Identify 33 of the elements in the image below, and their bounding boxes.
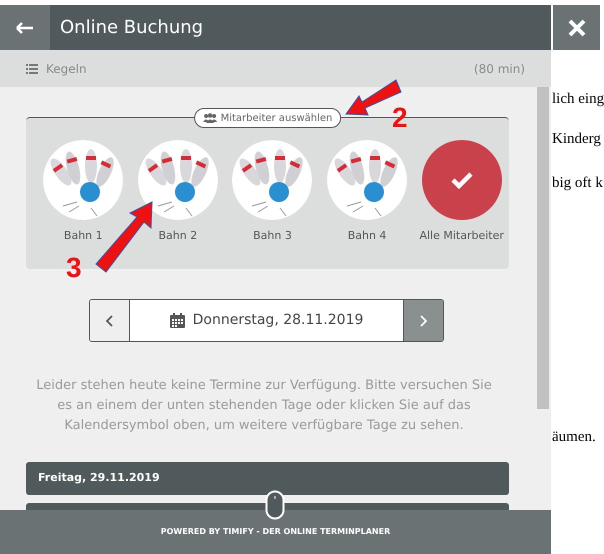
window-title: Online Buchung: [60, 16, 204, 40]
scrollbar[interactable]: [537, 87, 549, 409]
section-label: Mitarbeiter auswählen: [194, 108, 342, 128]
chevron-right-icon: [420, 314, 427, 326]
date-picker-button[interactable]: Donnerstag, 28.11.2019: [130, 300, 403, 341]
footer-credit: POWERED BY TIMIFY - DER ONLINE TERMINPLANER: [160, 526, 390, 538]
check-icon: [450, 171, 473, 189]
employee-name: Bahn 2: [158, 228, 198, 244]
scroll-mouse-icon: [265, 490, 285, 520]
background-page-text: Kinderg: [552, 130, 601, 149]
annotation-number: 3: [66, 254, 82, 282]
no-appointments-message: Leider stehen heute keine Termine zur Verfügung. Bitte versuchen Sie es an einem der unten stehenden Tage oder klicken Sie auf das Kalendersymbol oben, um weitere verfügbare Tage zu sehen.: [35, 377, 493, 435]
employee-name: Bahn 3: [253, 228, 292, 244]
people-icon: [202, 113, 217, 123]
arrow-annotation: [95, 201, 153, 273]
back-arrow-icon: [16, 22, 34, 34]
back-button[interactable]: [0, 5, 50, 50]
employee-name: Bahn 1: [64, 228, 103, 244]
employee-name: Bahn 4: [348, 228, 386, 244]
service-duration: (80 min): [474, 60, 525, 78]
next-day-button[interactable]: [403, 300, 443, 341]
close-icon: [568, 18, 586, 36]
service-name: Kegeln: [46, 60, 87, 78]
background-page-text: äumen.: [552, 428, 596, 447]
employee-name: Alle Mitarbeiter: [419, 228, 504, 244]
background-page-text: lich eing: [552, 90, 604, 109]
chevron-left-icon: [106, 314, 113, 326]
list-icon: [26, 64, 38, 74]
previous-day-button[interactable]: [90, 300, 130, 341]
calendar-icon: [170, 313, 185, 328]
day-bar[interactable]: Freitag, 29.11.2019: [26, 462, 509, 495]
background-page-text: big oft k: [552, 174, 603, 193]
close-button[interactable]: [553, 5, 600, 50]
